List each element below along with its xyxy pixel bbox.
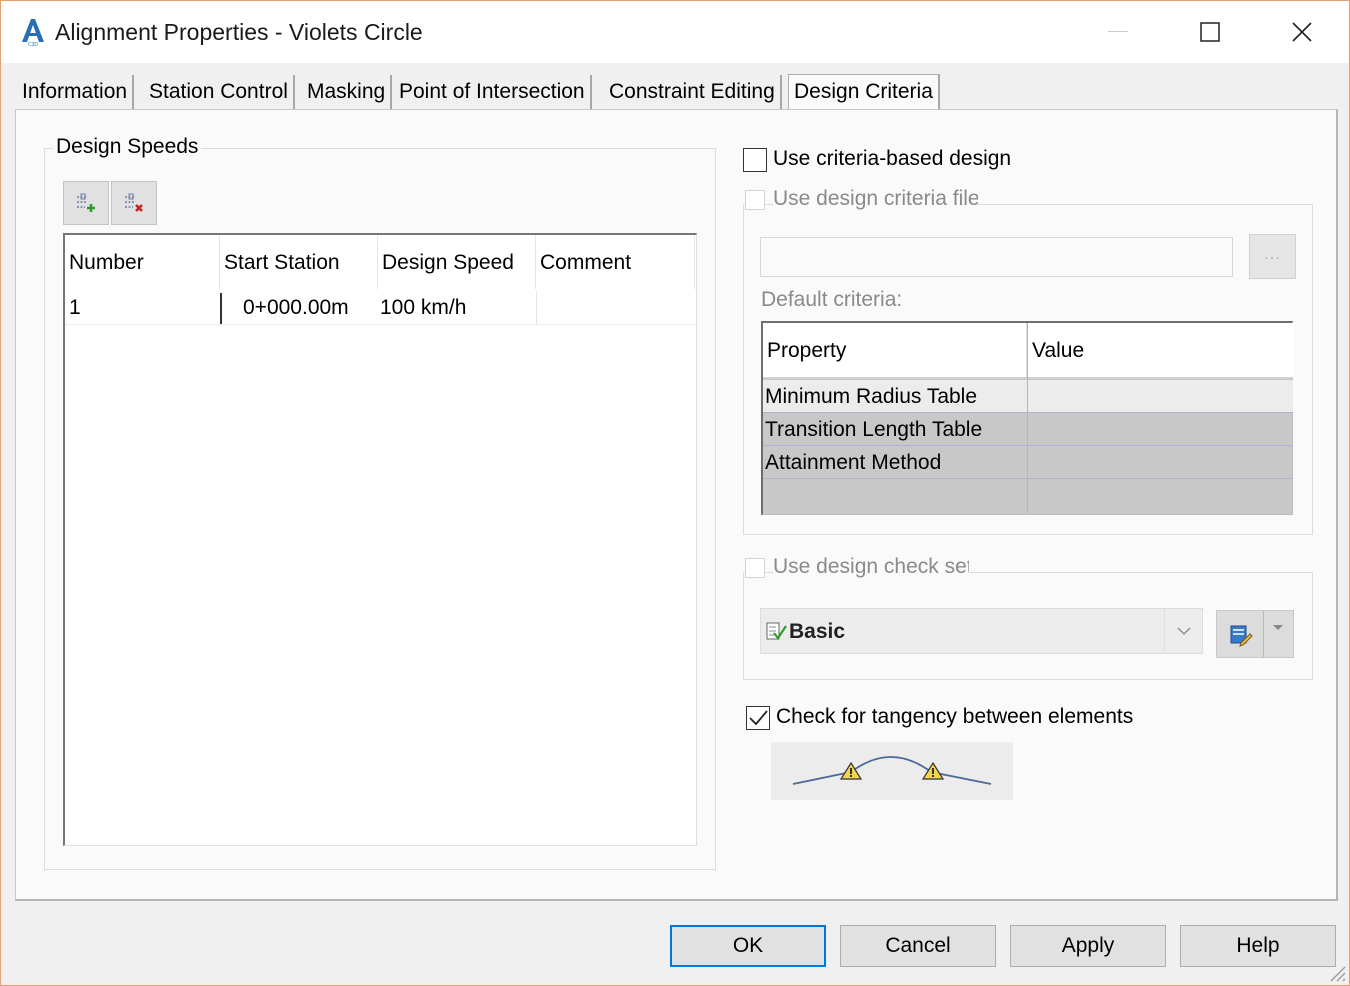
column-header-comment[interactable]: Comment xyxy=(536,235,695,289)
minimize-button[interactable] xyxy=(1073,1,1163,63)
resize-grip-icon[interactable] xyxy=(1325,961,1347,983)
design-speeds-label: Design Speeds xyxy=(53,135,202,159)
design-criteria-panel: Design Speeds Number Start Station Desig… xyxy=(15,109,1338,901)
tab-design-criteria[interactable]: Design Criteria xyxy=(788,74,940,110)
title-bar: C3D Alignment Properties - Violets Circl… xyxy=(1,1,1349,63)
cell-design-speed[interactable]: 100 km/h xyxy=(380,291,466,325)
cell-comment[interactable] xyxy=(540,291,690,325)
column-divider xyxy=(1027,323,1028,513)
ok-button[interactable]: OK xyxy=(670,925,826,967)
cell-property: Attainment Method xyxy=(765,451,942,474)
autocad-civil-icon: C3D xyxy=(22,19,44,46)
delete-row-icon xyxy=(125,193,143,212)
check-set-icon xyxy=(766,622,787,640)
check-tangency-checkbox[interactable] xyxy=(746,706,770,730)
column-header-value[interactable]: Value xyxy=(1028,323,1084,377)
column-header-number[interactable]: Number xyxy=(65,235,220,289)
tab-constraint-editing[interactable]: Constraint Editing xyxy=(604,75,782,110)
tab-station-control[interactable]: Station Control xyxy=(144,75,295,110)
use-criteria-based-design-label: Use criteria-based design xyxy=(773,147,1012,170)
tab-information[interactable]: Information xyxy=(17,75,135,110)
design-speeds-table[interactable]: Number Start Station Design Speed Commen… xyxy=(63,233,697,846)
cancel-button[interactable]: Cancel xyxy=(840,925,996,967)
cell-property: Minimum Radius Table xyxy=(765,385,978,408)
edit-check-set-button[interactable] xyxy=(1216,610,1294,658)
add-row-icon xyxy=(77,193,95,212)
design-check-set-select[interactable]: Basic xyxy=(760,608,1203,654)
help-button[interactable]: Help xyxy=(1180,925,1336,967)
cell-number[interactable]: 1 xyxy=(69,291,81,325)
default-criteria-label: Default criteria: xyxy=(761,288,905,312)
tangency-warning-icon xyxy=(792,756,992,785)
add-design-speed-button[interactable] xyxy=(63,181,109,225)
split-divider xyxy=(1263,611,1264,657)
dropdown-arrow[interactable] xyxy=(1164,609,1202,653)
tangency-illustration xyxy=(771,742,1013,800)
cell-start-station[interactable]: 0+000.00m xyxy=(243,291,349,325)
chevron-down-icon xyxy=(1177,627,1190,635)
design-speeds-group: Design Speeds Number Start Station Desig… xyxy=(44,135,716,870)
selected-check-set: Basic xyxy=(789,620,846,643)
use-design-check-set-checkbox[interactable] xyxy=(745,558,765,578)
column-header-design-speed[interactable]: Design Speed xyxy=(378,235,536,289)
close-button[interactable] xyxy=(1257,1,1347,63)
column-header-property[interactable]: Property xyxy=(763,323,1027,377)
maximize-icon xyxy=(1200,22,1220,42)
close-icon xyxy=(1292,22,1312,42)
default-criteria-table[interactable]: Property Value Minimum Radius Table Tran… xyxy=(761,321,1293,515)
ellipsis-icon: ··· xyxy=(1264,248,1281,265)
delete-design-speed-button[interactable] xyxy=(111,181,157,225)
table-row[interactable]: Attainment Method xyxy=(763,446,1293,479)
table-row[interactable]: Minimum Radius Table xyxy=(763,380,1293,413)
use-design-check-set-label: Use design check set xyxy=(773,555,969,579)
use-design-criteria-file-checkbox[interactable] xyxy=(745,190,765,210)
use-design-criteria-file-label: Use design criteria file xyxy=(773,187,978,211)
alignment-properties-dialog: C3D Alignment Properties - Violets Circl… xyxy=(0,0,1350,986)
column-header-start-station[interactable]: Start Station xyxy=(220,235,378,289)
maximize-button[interactable] xyxy=(1165,1,1255,63)
criteria-table-header: Property Value xyxy=(763,323,1293,379)
column-divider xyxy=(536,291,537,325)
row-divider xyxy=(65,324,695,325)
design-criteria-file-input[interactable] xyxy=(760,237,1233,277)
check-tangency-label: Check for tangency between elements xyxy=(776,705,1134,728)
window-title: Alignment Properties - Violets Circle xyxy=(55,19,423,45)
table-row[interactable]: Transition Length Table xyxy=(763,413,1293,446)
cell-property: Transition Length Table xyxy=(765,418,983,441)
checkmark-icon xyxy=(749,710,768,726)
svg-text:C3D: C3D xyxy=(28,42,38,46)
edit-check-set-icon xyxy=(1230,625,1253,647)
dropdown-arrow-icon[interactable] xyxy=(1271,623,1285,633)
tab-point-of-intersection[interactable]: Point of Intersection xyxy=(394,75,592,110)
cell-edit-cursor xyxy=(220,293,222,325)
minimize-icon xyxy=(1108,31,1128,32)
tab-masking[interactable]: Masking xyxy=(302,75,393,110)
apply-button[interactable]: Apply xyxy=(1010,925,1166,967)
browse-button[interactable]: ··· xyxy=(1249,234,1296,279)
use-criteria-based-design-checkbox[interactable] xyxy=(743,148,767,172)
